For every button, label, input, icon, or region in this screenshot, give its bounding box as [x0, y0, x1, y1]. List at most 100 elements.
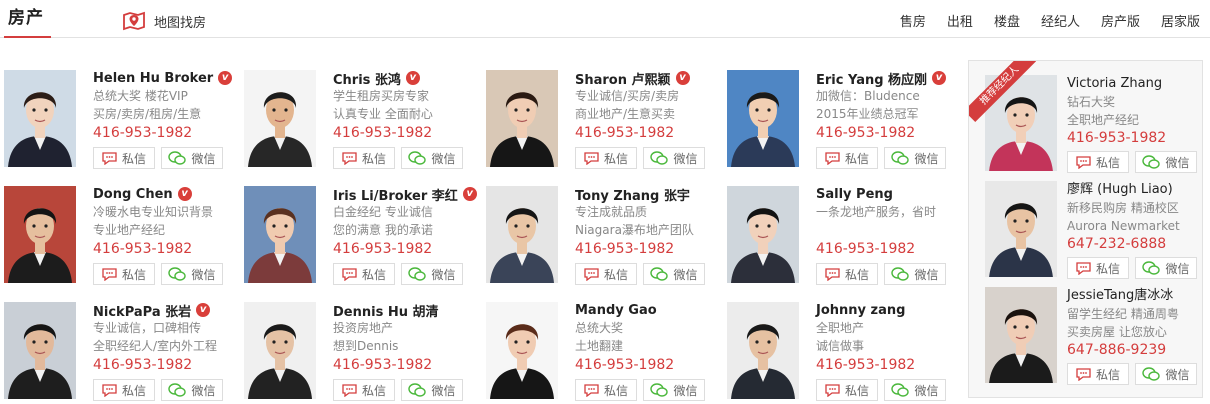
agent-photo[interactable]: [486, 186, 558, 283]
message-button[interactable]: 私信: [333, 379, 395, 401]
agent-photo[interactable]: [4, 302, 76, 399]
wechat-button[interactable]: 微信: [884, 379, 946, 401]
map-search-link[interactable]: 地图找房: [122, 10, 206, 32]
agent-name[interactable]: NickPaPa 张岩: [93, 301, 191, 320]
agent-photo[interactable]: [486, 302, 558, 399]
message-button[interactable]: 私信: [575, 379, 637, 401]
agent-photo[interactable]: [244, 70, 316, 167]
nav-item-home-edition[interactable]: 居家版: [1161, 11, 1200, 30]
agent-name[interactable]: Dong Chen: [93, 187, 173, 202]
agent-name-row: Iris Li/Broker 李红 v: [333, 185, 483, 204]
message-button[interactable]: 私信: [575, 147, 637, 169]
agent-tagline-2: 诚信做事: [816, 339, 865, 353]
agent-photo[interactable]: [4, 186, 76, 283]
agent-photo[interactable]: [727, 70, 799, 167]
agent-photo[interactable]: [727, 186, 799, 283]
wechat-button[interactable]: 微信: [401, 263, 463, 285]
agent-name[interactable]: Mandy Gao: [575, 303, 657, 318]
wechat-label: 微信: [914, 267, 939, 282]
agent-card[interactable]: Dong Chen v 冷暖水电专业知识背景 专业地产经纪 416-953-1982 私信…: [4, 186, 244, 296]
agent-info: Eric Yang 杨应刚 v 加微信：Bludence 2015年业绩总冠军 416-…: [816, 69, 966, 169]
agent-card[interactable]: Iris Li/Broker 李红 v 白金经纪 专业诚信 您的满意 我的承诺 416-…: [244, 186, 484, 296]
message-button[interactable]: 私信: [333, 263, 395, 285]
agent-tagline-2: 专业地产经纪: [93, 223, 166, 237]
agent-name-row: Sally Peng: [816, 185, 966, 203]
agent-photo[interactable]: [244, 186, 316, 283]
agent-name[interactable]: Victoria Zhang: [1067, 75, 1202, 93]
message-button[interactable]: 私信: [1067, 257, 1129, 279]
wechat-icon: [408, 383, 427, 397]
wechat-label: 微信: [431, 267, 456, 282]
wechat-button[interactable]: 微信: [161, 147, 223, 169]
message-button[interactable]: 私信: [816, 147, 878, 169]
wechat-button[interactable]: 微信: [643, 147, 705, 169]
nav-item-agents[interactable]: 经纪人: [1041, 11, 1080, 30]
recommended-agent-card[interactable]: JessieTang唐冰冰 留学生经纪 精通周粤 买卖房屋 让您放心 647-886-…: [985, 287, 1200, 387]
wechat-button[interactable]: 微信: [1135, 257, 1197, 279]
message-button[interactable]: 私信: [93, 379, 155, 401]
recommended-agents-panel: 推荐经纪人 Victoria Zhang 钻石大奖 全职地产经纪 416-953-19…: [968, 60, 1203, 398]
agent-name[interactable]: Sharon 卢熙颖: [575, 69, 671, 88]
nav-item-sale[interactable]: 售房: [900, 11, 926, 30]
wechat-button[interactable]: 微信: [1135, 363, 1197, 385]
message-button[interactable]: 私信: [93, 263, 155, 285]
agent-photo[interactable]: [244, 302, 316, 399]
agent-photo[interactable]: [4, 70, 76, 167]
wechat-icon: [408, 267, 427, 281]
wechat-button[interactable]: 微信: [884, 147, 946, 169]
agent-name[interactable]: Dennis Hu 胡清: [333, 301, 439, 320]
agent-card[interactable]: Eric Yang 杨应刚 v 加微信：Bludence 2015年业绩总冠军 416-…: [727, 70, 967, 180]
agent-photo[interactable]: [985, 287, 1057, 383]
agent-card[interactable]: Sharon 卢熙颖 v 专业诚信/买房/卖房 商业地产/生意买卖 416-953-19…: [486, 70, 726, 180]
wechat-button[interactable]: 微信: [884, 263, 946, 285]
nav-item-projects[interactable]: 楼盘: [994, 11, 1020, 30]
agent-name[interactable]: JessieTang唐冰冰: [1067, 287, 1202, 305]
message-icon: [584, 151, 599, 165]
agent-info: Helen Hu Broker v 总统大奖 楼花VIP 买房/卖房/租房/生意 416…: [93, 69, 243, 169]
recommended-agent-card[interactable]: 廖辉 (Hugh Liao) 新移民购房 精通校区 Aurora Newmarket…: [985, 181, 1200, 281]
wechat-button[interactable]: 微信: [401, 379, 463, 401]
agent-phone: 416-953-1982: [93, 125, 193, 141]
nav-item-realestate-edition[interactable]: 房产版: [1101, 11, 1140, 30]
agent-tagline-2: [816, 221, 966, 239]
wechat-button[interactable]: 微信: [1135, 151, 1197, 173]
agent-card[interactable]: Dennis Hu 胡清 投资房地产 想到Dennis 416-953-1982 私信 微…: [244, 302, 484, 404]
agent-card[interactable]: Helen Hu Broker v 总统大奖 楼花VIP 买房/卖房/租房/生意 416…: [4, 70, 244, 180]
message-button[interactable]: 私信: [1067, 363, 1129, 385]
agent-card[interactable]: Johnny zang 全职地产 诚信做事 416-953-1982 私信 微信: [727, 302, 967, 404]
agent-name[interactable]: Iris Li/Broker 李红: [333, 185, 458, 204]
agent-actions: 私信 微信: [93, 379, 243, 401]
agent-tagline-2: Niagara瀑布地产团队: [575, 223, 694, 237]
agent-name[interactable]: Eric Yang 杨应刚: [816, 69, 927, 88]
agent-name[interactable]: Sally Peng: [816, 187, 893, 202]
agent-phone: 416-953-1982: [93, 241, 193, 257]
nav-item-rent[interactable]: 出租: [947, 11, 973, 30]
message-button[interactable]: 私信: [816, 263, 878, 285]
message-button[interactable]: 私信: [575, 263, 637, 285]
wechat-button[interactable]: 微信: [643, 263, 705, 285]
agent-name[interactable]: 廖辉 (Hugh Liao): [1067, 181, 1202, 199]
agent-card[interactable]: Mandy Gao 总统大奖 土地翻建 416-953-1982 私信 微信: [486, 302, 726, 404]
map-pin-icon: [123, 11, 145, 31]
recommended-agent-card[interactable]: Victoria Zhang 钻石大奖 全职地产经纪 416-953-1982 私信 微信: [985, 75, 1200, 175]
wechat-button[interactable]: 微信: [401, 147, 463, 169]
agent-photo[interactable]: [727, 302, 799, 399]
wechat-button[interactable]: 微信: [643, 379, 705, 401]
agent-name[interactable]: Johnny zang: [816, 303, 905, 318]
message-button[interactable]: 私信: [333, 147, 395, 169]
agent-name[interactable]: Tony Zhang 张宇: [575, 185, 690, 204]
wechat-button[interactable]: 微信: [161, 379, 223, 401]
message-label: 私信: [121, 151, 146, 166]
agent-name[interactable]: Chris 张鸿: [333, 69, 401, 88]
agent-card[interactable]: Chris 张鸿 v 学生租房买房专家 认真专业 全面耐心 416-953-1982 私信…: [244, 70, 484, 180]
agent-name[interactable]: Helen Hu Broker: [93, 71, 213, 86]
wechat-button[interactable]: 微信: [161, 263, 223, 285]
agent-card[interactable]: Sally Peng 一条龙地产服务，省时 416-953-1982 私信 微信: [727, 186, 967, 296]
agent-card[interactable]: Tony Zhang 张宇 专注成就品质 Niagara瀑布地产团队 416-953-…: [486, 186, 726, 296]
agent-card[interactable]: NickPaPa 张岩 v 专业诚信，口碑相传 全职经纪人/室内外工程 416-953-…: [4, 302, 244, 404]
agent-photo[interactable]: [985, 181, 1057, 277]
message-button[interactable]: 私信: [93, 147, 155, 169]
message-button[interactable]: 私信: [816, 379, 878, 401]
agent-photo[interactable]: [486, 70, 558, 167]
message-button[interactable]: 私信: [1067, 151, 1129, 173]
